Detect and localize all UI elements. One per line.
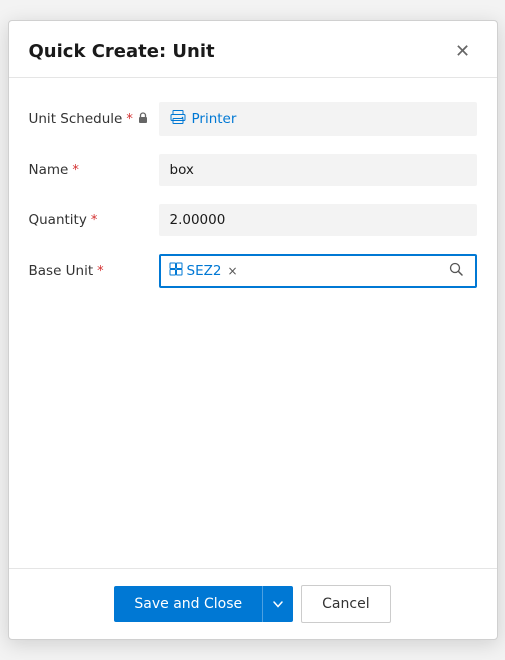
name-field — [159, 154, 477, 186]
quantity-label: Quantity * — [29, 212, 159, 228]
name-row: Name * — [29, 154, 477, 186]
cancel-button[interactable]: Cancel — [301, 585, 390, 623]
name-input[interactable] — [159, 154, 477, 186]
unit-schedule-label: Unit Schedule * — [29, 111, 159, 127]
unit-schedule-value: Printer — [192, 111, 237, 127]
remove-icon: × — [227, 264, 237, 278]
base-unit-row: Base Unit * SEZ2 — [29, 254, 477, 288]
required-star: * — [126, 112, 133, 127]
base-unit-remove-button[interactable]: × — [225, 264, 239, 278]
name-required-star: * — [72, 163, 79, 178]
save-button-group: Save and Close — [114, 586, 293, 622]
lock-icon — [137, 111, 149, 127]
entity-icon — [169, 262, 183, 280]
save-and-close-button[interactable]: Save and Close — [114, 586, 262, 622]
save-dropdown-button[interactable] — [262, 586, 293, 622]
printer-icon — [170, 110, 186, 128]
close-button[interactable]: ✕ — [449, 37, 477, 65]
chevron-down-icon — [273, 597, 283, 612]
base-unit-field: SEZ2 × — [159, 254, 477, 288]
dialog-footer: Save and Close Cancel — [9, 568, 497, 639]
name-label: Name * — [29, 162, 159, 178]
base-unit-search-button[interactable] — [445, 260, 467, 282]
dialog-header: Quick Create: Unit ✕ — [9, 21, 497, 78]
unit-schedule-link[interactable]: Printer — [159, 102, 477, 136]
close-icon: ✕ — [455, 41, 470, 62]
base-unit-required-star: * — [97, 264, 104, 279]
quick-create-dialog: Quick Create: Unit ✕ Unit Schedule * — [8, 20, 498, 640]
quantity-field — [159, 204, 477, 236]
quantity-row: Quantity * — [29, 204, 477, 236]
base-unit-lookup[interactable]: SEZ2 × — [159, 254, 477, 288]
base-unit-label: Base Unit * — [29, 263, 159, 279]
quantity-required-star: * — [91, 213, 98, 228]
dialog-body: Unit Schedule * — [9, 78, 497, 568]
base-unit-tag-text: SEZ2 — [187, 263, 222, 279]
quantity-input[interactable] — [159, 204, 477, 236]
search-icon — [449, 262, 463, 280]
dialog-title: Quick Create: Unit — [29, 41, 215, 62]
base-unit-tag: SEZ2 — [169, 262, 222, 280]
unit-schedule-row: Unit Schedule * — [29, 102, 477, 136]
unit-schedule-field[interactable]: Printer — [159, 102, 477, 136]
